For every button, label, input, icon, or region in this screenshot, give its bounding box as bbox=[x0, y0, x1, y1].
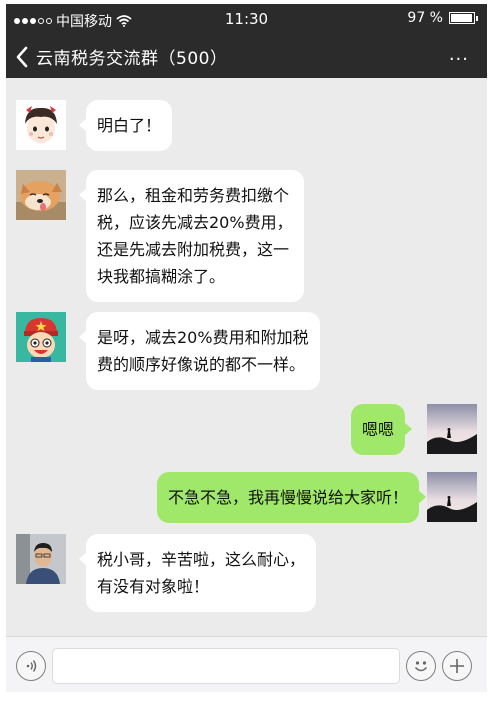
chat-title: 云南税务交流群（500） bbox=[36, 49, 228, 69]
sunset-hiker-avatar[interactable] bbox=[427, 472, 477, 522]
plus-icon bbox=[450, 659, 464, 673]
battery-group: 97 % bbox=[407, 10, 478, 26]
message-bubble[interactable]: 不急不急，我再慢慢说给大家听！ bbox=[156, 472, 427, 523]
nav-bar: 云南税务交流群（500） ... bbox=[6, 34, 487, 78]
emoji-button[interactable] bbox=[406, 651, 436, 681]
message-bubble[interactable]: 是呀，减去20%费用和附加税 费的顺序好像说的都不一样。 bbox=[79, 312, 320, 390]
chat-screen: 中国移动 11:30 97 % 云南税务交流群（500） ... 明白了！ 那么… bbox=[6, 4, 487, 692]
message-bubble[interactable]: 明白了！ bbox=[78, 100, 173, 151]
message-list[interactable]: 明白了！ 那么，租金和劳务费扣缴个 税，应该先减去20%费用， 还是先减去附加税… bbox=[6, 78, 487, 636]
man-photo-avatar[interactable] bbox=[16, 534, 66, 584]
cartoon-boy-avatar[interactable] bbox=[16, 312, 66, 362]
message-bubble[interactable]: 那么，租金和劳务费扣缴个 税，应该先减去20%费用， 还是先减去附加税费，这一 … bbox=[79, 170, 304, 302]
cartoon-girl-avatar[interactable] bbox=[16, 100, 66, 150]
more-button[interactable]: ... bbox=[449, 44, 469, 65]
voice-icon bbox=[26, 660, 37, 672]
chevron-left-icon bbox=[16, 46, 28, 67]
message-bubble[interactable]: 税小哥，辛苦啦，这么耐心， 有没有对象啦！ bbox=[78, 534, 317, 612]
plus-button[interactable] bbox=[442, 651, 472, 681]
message-bubble[interactable]: 嗯嗯 bbox=[350, 404, 413, 455]
battery-icon bbox=[449, 12, 478, 24]
emoji-icon bbox=[414, 661, 428, 672]
battery-percent: 97 % bbox=[407, 10, 443, 26]
status-bar: 中国移动 11:30 97 % bbox=[6, 4, 487, 34]
voice-button[interactable] bbox=[16, 651, 46, 681]
message-input[interactable] bbox=[52, 648, 400, 684]
dog-photo-avatar[interactable] bbox=[16, 170, 66, 220]
back-button[interactable]: 云南税务交流群（500） bbox=[14, 44, 227, 69]
input-bar bbox=[6, 636, 487, 692]
sunset-hiker-avatar[interactable] bbox=[427, 404, 477, 454]
